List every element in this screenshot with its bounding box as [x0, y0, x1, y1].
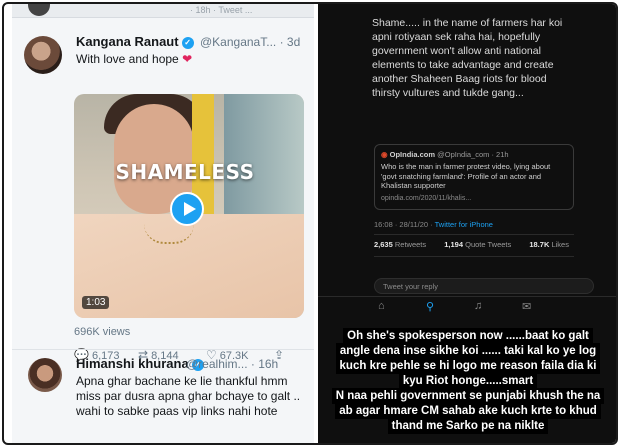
divider — [374, 256, 574, 257]
reply-input[interactable]: Tweet your reply — [374, 278, 594, 294]
tweet-client-link[interactable]: Twitter for iPhone — [435, 220, 493, 229]
video-views: 696K views — [74, 326, 131, 338]
quotes-count: 1,194 — [444, 240, 464, 249]
timestamp-text: 16:08 · 28/11/20 · — [374, 220, 435, 229]
tweet-text: Shame..... in the name of farmers har ko… — [372, 17, 563, 99]
card-source: ◉ OpIndia.com @OpIndia_com · 21h — [381, 150, 567, 159]
retweets-count: 2,635 — [374, 240, 393, 249]
tweet-stats: 2,635 Retweets 1,194 Quote Tweets 18.7K … — [374, 240, 585, 249]
tweet-text: With love and hope ❤ — [76, 52, 192, 66]
left-panel: · 18h · Tweet ... Kangana Ranaut ✓ @Kanga… — [12, 4, 314, 443]
previous-tweet-strip: · 18h · Tweet ... — [12, 4, 314, 18]
bottom-nav: ⌂ ⚲ ♫ ✉ — [318, 300, 616, 318]
tweet-body: With love and hope — [76, 52, 179, 66]
card-source-name: OpIndia.com — [389, 150, 436, 159]
collage-frame: · 18h · Tweet ... Kangana Ranaut ✓ @Kanga… — [2, 2, 618, 445]
handle-text: @KanganaT... — [200, 35, 277, 49]
author-name-text: Himanshi khurana — [76, 356, 189, 371]
tweet-time: · 16h — [250, 357, 279, 371]
tweet-author-handle: @realhim... · 16h — [186, 357, 278, 371]
author-name-text: Kangana Ranaut — [76, 34, 179, 49]
tweet-author-name[interactable]: Kangana Ranaut ✓ — [76, 34, 194, 49]
story-line: thand me Sarko pe na niklte — [387, 418, 549, 434]
tweet-author-name[interactable]: Himanshi khurana ✓ — [76, 356, 204, 371]
heart-emoji-icon: ❤ — [182, 52, 193, 66]
likes-label: Likes — [551, 240, 569, 249]
quotes-stat[interactable]: 1,194 Quote Tweets — [444, 240, 519, 249]
tweet-video[interactable]: SHAMELESS 1:03 — [74, 94, 304, 318]
video-duration: 1:03 — [82, 296, 110, 309]
video-caption: SHAMELESS — [115, 160, 255, 184]
avatar[interactable] — [28, 358, 62, 392]
quotes-label: Quote Tweets — [465, 240, 512, 249]
home-icon[interactable]: ⌂ — [378, 300, 385, 312]
bell-icon[interactable]: ♫ — [474, 300, 482, 312]
play-icon[interactable] — [170, 192, 204, 226]
tweet-text: Apna ghar bachane ke lie thankful hmm mi… — [76, 374, 301, 418]
card-link[interactable]: opindia.com/2020/11/khalis... — [381, 195, 567, 202]
mail-icon[interactable]: ✉ — [522, 300, 531, 313]
card-source-handle: @OpIndia_com · 21h — [437, 150, 509, 159]
tweet-time: · 3d — [279, 35, 301, 49]
divider — [374, 234, 574, 235]
retweets-label: Retweets — [394, 240, 427, 249]
avatar[interactable] — [28, 4, 50, 16]
handle-text: @realhim... — [186, 357, 248, 371]
previous-tweet-meta: · 18h · Tweet ... — [190, 5, 253, 15]
link-card[interactable]: ◉ OpIndia.com @OpIndia_com · 21h Who is … — [374, 144, 574, 210]
divider — [318, 296, 616, 297]
verified-badge-icon: ✓ — [181, 36, 194, 49]
search-icon[interactable]: ⚲ — [426, 300, 434, 313]
right-panel: Shame..... in the name of farmers har ko… — [318, 4, 616, 443]
likes-stat[interactable]: 18.7K Likes — [529, 240, 577, 249]
story-caption: Oh she's spokesperson now ......baat ko … — [324, 326, 612, 434]
opindia-logo-icon: ◉ — [381, 150, 388, 159]
divider — [12, 349, 314, 350]
tweet-author-handle: @KanganaT... · 3d — [200, 35, 300, 49]
avatar[interactable] — [24, 36, 62, 74]
tweet-timestamp: 16:08 · 28/11/20 · Twitter for iPhone — [374, 220, 493, 229]
retweets-stat[interactable]: 2,635 Retweets — [374, 240, 434, 249]
card-headline: Who is the man in farmer protest video, … — [381, 162, 551, 190]
likes-count: 18.7K — [529, 240, 550, 249]
